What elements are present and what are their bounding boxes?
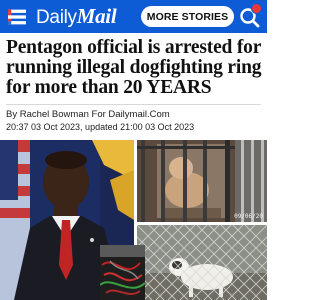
notification-dot-icon bbox=[251, 3, 262, 14]
top-header: DailyMail MORE STORIES bbox=[0, 0, 267, 33]
divider bbox=[6, 104, 261, 105]
seized-equipment-image[interactable] bbox=[100, 245, 145, 300]
photo-date-stamp: 09/06/20 bbox=[234, 213, 263, 220]
article-headline: Pentagon official is arrested for runnin… bbox=[6, 37, 262, 98]
more-stories-button[interactable]: MORE STORIES bbox=[141, 6, 234, 27]
logo-daily-text: Daily bbox=[36, 7, 77, 28]
article-byline[interactable]: By Rachel Bowman For Dailymail.Com bbox=[6, 109, 170, 121]
daily-mail-logo[interactable]: DailyMail bbox=[36, 4, 117, 29]
hamburger-menu-icon[interactable] bbox=[6, 6, 28, 28]
logo-mail-text: Mail bbox=[76, 4, 117, 28]
article-timestamp: 20:37 03 Oct 2023, updated 21:00 03 Oct … bbox=[6, 122, 195, 132]
dog-kennel-image[interactable]: 09/06/20 bbox=[137, 140, 267, 222]
dog-in-pen-image[interactable] bbox=[137, 225, 267, 300]
